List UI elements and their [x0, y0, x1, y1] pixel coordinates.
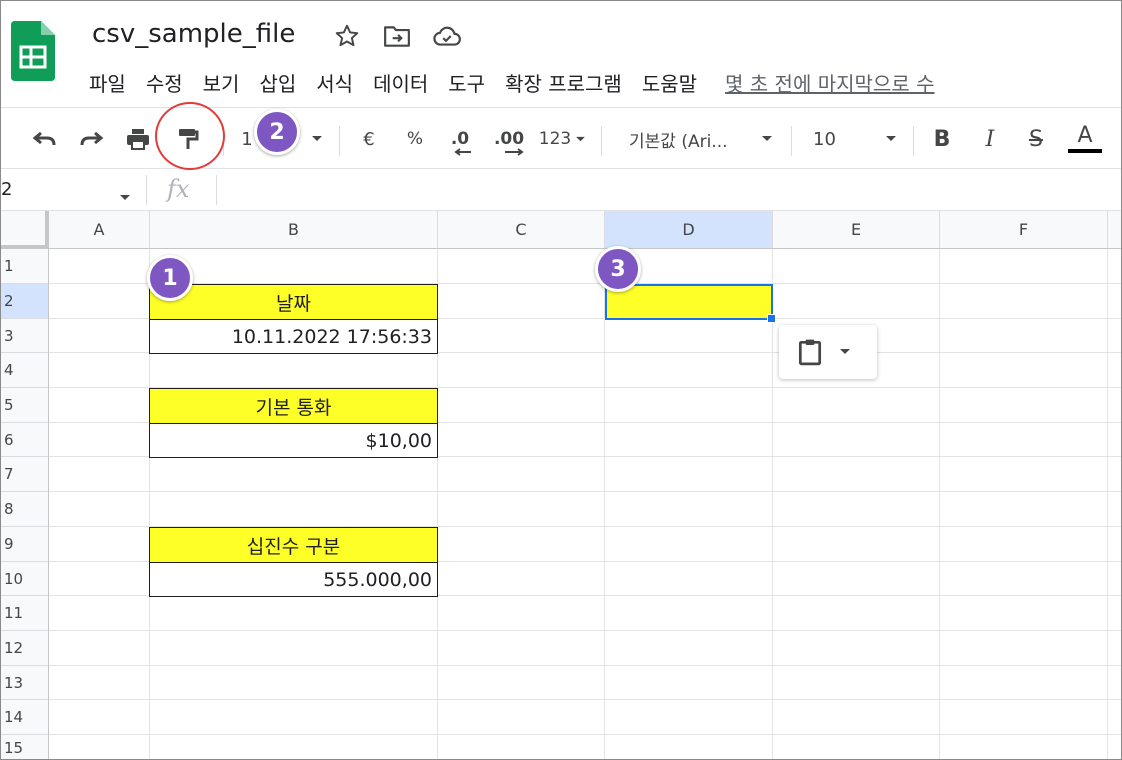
- decrease-decimal-label: .0: [450, 129, 470, 149]
- toolbar-separator: [601, 126, 602, 156]
- menu-insert[interactable]: 삽입: [259, 68, 296, 97]
- column-header-g[interactable]: [1108, 211, 1121, 249]
- print-icon[interactable]: [121, 122, 155, 156]
- font-size-dropdown-icon[interactable]: [883, 122, 899, 156]
- increase-decimal-button[interactable]: .00: [489, 122, 529, 156]
- strikethrough-button[interactable]: S: [1023, 122, 1049, 156]
- row-header-8[interactable]: 8: [1, 492, 49, 527]
- sheets-window: csv_sample_file 파일 수정 보기 삽입 서식 데이터 도구 확장…: [0, 0, 1122, 760]
- gridline: [772, 249, 773, 759]
- cell-b6[interactable]: $10,00: [149, 423, 438, 458]
- font-dropdown-icon[interactable]: [759, 122, 775, 156]
- bold-button[interactable]: B: [929, 122, 955, 156]
- text-color-button[interactable]: A: [1067, 122, 1103, 156]
- menu-bar: 파일 수정 보기 삽입 서식 데이터 도구 확장 프로그램 도움말 몇 초 전에…: [89, 65, 934, 99]
- column-header-c[interactable]: C: [438, 211, 605, 249]
- clipboard-icon[interactable]: [797, 338, 823, 366]
- toolbar-separator: [913, 126, 914, 156]
- paste-options-popup[interactable]: [779, 325, 877, 379]
- row-header-1[interactable]: 1: [1, 249, 49, 284]
- paint-format-highlight-ring: [155, 102, 225, 170]
- gridline: [49, 630, 1121, 631]
- zoom-dropdown-icon[interactable]: [307, 122, 327, 156]
- fx-icon: fx: [167, 175, 190, 203]
- italic-button[interactable]: I: [977, 122, 1003, 156]
- row-header-11[interactable]: 11: [1, 596, 49, 631]
- gridline: [939, 249, 940, 759]
- row-header-2[interactable]: 2: [1, 284, 49, 319]
- last-edit-link[interactable]: 몇 초 전에 마지막으로 수: [725, 68, 934, 97]
- row-header-14[interactable]: 14: [1, 700, 49, 735]
- more-formats-button[interactable]: 123: [537, 122, 573, 156]
- gridline: [1107, 249, 1108, 759]
- formula-separator: [146, 175, 147, 205]
- selected-cell-d2[interactable]: [605, 284, 773, 320]
- menu-tools[interactable]: 도구: [448, 68, 485, 97]
- gridline: [49, 665, 1121, 666]
- column-header-f[interactable]: F: [940, 211, 1108, 249]
- formula-input[interactable]: [223, 175, 1103, 205]
- column-header-d[interactable]: D: [605, 211, 773, 249]
- sheets-logo-icon[interactable]: [11, 21, 55, 81]
- decrease-decimal-button[interactable]: .0: [443, 122, 477, 156]
- name-box[interactable]: 2: [1, 179, 12, 200]
- cell-b9[interactable]: 십진수 구분: [149, 527, 438, 563]
- percent-format-button[interactable]: %: [403, 122, 427, 156]
- text-color-swatch: [1068, 149, 1102, 153]
- menu-edit[interactable]: 수정: [146, 68, 183, 97]
- select-all-corner[interactable]: [1, 211, 49, 249]
- column-header-a[interactable]: A: [49, 211, 150, 249]
- menu-file[interactable]: 파일: [89, 68, 126, 97]
- undo-icon[interactable]: [27, 122, 61, 156]
- formula-separator: [216, 175, 217, 205]
- step-badge-1: 1: [147, 255, 193, 301]
- cell-b3[interactable]: 10.11.2022 17:56:33: [149, 319, 438, 354]
- row-header-5[interactable]: 5: [1, 388, 49, 423]
- cloud-saved-icon[interactable]: [432, 21, 462, 51]
- zoom-select[interactable]: 1: [239, 122, 255, 156]
- fill-handle[interactable]: [767, 314, 776, 323]
- step-badge-2: 2: [254, 109, 300, 155]
- row-header-13[interactable]: 13: [1, 666, 49, 700]
- cell-b2[interactable]: 날짜: [149, 284, 438, 320]
- row-header-7[interactable]: 7: [1, 457, 49, 492]
- menu-help[interactable]: 도움말: [642, 68, 697, 97]
- text-color-label: A: [1077, 123, 1093, 148]
- cell-b10[interactable]: 555.000,00: [149, 562, 438, 597]
- gridline: [49, 491, 1121, 492]
- more-formats-dropdown-icon[interactable]: [573, 122, 587, 156]
- name-box-dropdown-icon[interactable]: [119, 187, 131, 206]
- formula-bar: 2 fx: [1, 171, 1121, 211]
- row-header-15[interactable]: 15: [1, 735, 49, 759]
- increase-decimal-label: .00: [493, 129, 525, 149]
- font-family-select[interactable]: 기본값 (Ari...: [629, 122, 747, 156]
- menu-format[interactable]: 서식: [316, 68, 353, 97]
- currency-format-button[interactable]: €: [357, 122, 381, 156]
- toolbar-separator: [791, 126, 792, 156]
- star-icon[interactable]: [332, 21, 362, 51]
- move-folder-icon[interactable]: [382, 21, 412, 51]
- row-header-10[interactable]: 10: [1, 562, 49, 596]
- toolbar-separator: [339, 126, 340, 156]
- gridline: [49, 699, 1121, 700]
- menu-data[interactable]: 데이터: [373, 68, 428, 97]
- document-title[interactable]: csv_sample_file: [92, 19, 295, 49]
- row-header-12[interactable]: 12: [1, 631, 49, 666]
- row-header-9[interactable]: 9: [1, 527, 49, 562]
- paste-options-dropdown-icon[interactable]: [839, 348, 851, 356]
- row-header-3[interactable]: 3: [1, 319, 49, 353]
- cell-b5[interactable]: 기본 통화: [149, 388, 438, 424]
- column-header-e[interactable]: E: [773, 211, 940, 249]
- menu-extensions[interactable]: 확장 프로그램: [505, 68, 622, 97]
- menu-view[interactable]: 보기: [203, 68, 240, 97]
- column-header-b[interactable]: B: [150, 211, 438, 249]
- gridline: [604, 249, 605, 759]
- row-header-6[interactable]: 6: [1, 423, 49, 457]
- step-badge-3: 3: [595, 246, 641, 292]
- font-size-select[interactable]: 10: [813, 122, 843, 156]
- redo-icon[interactable]: [75, 122, 109, 156]
- gridline: [49, 734, 1121, 735]
- row-header-4[interactable]: 4: [1, 353, 49, 388]
